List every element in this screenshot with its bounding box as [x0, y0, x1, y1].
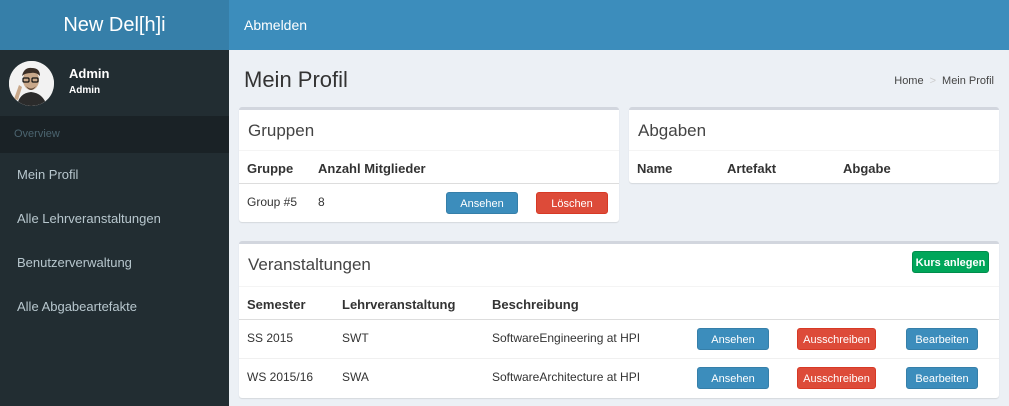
groups-box: Gruppen Gruppe Anzahl Mitglieder Group #… — [239, 107, 619, 222]
groups-title: Gruppen — [248, 121, 315, 140]
divider — [239, 286, 999, 287]
divider — [239, 183, 619, 184]
course-semester: SS 2015 — [247, 331, 294, 345]
course-edit-button[interactable]: Bearbeiten — [906, 328, 978, 350]
course-description: SoftwareEngineering at HPI — [492, 331, 641, 345]
course-unenroll-button[interactable]: Ausschreiben — [797, 328, 876, 350]
top-navbar: Abmelden — [229, 0, 1009, 50]
sidebar-item-alle-lehrveranstaltungen[interactable]: Alle Lehrveranstaltungen — [0, 197, 229, 241]
divider — [629, 150, 999, 151]
divider — [239, 150, 619, 151]
courses-title: Veranstaltungen — [248, 255, 371, 274]
page-title: Mein Profil — [244, 67, 348, 92]
sidebar-item-alle-abgabeartefakte[interactable]: Alle Abgabeartefakte — [0, 285, 229, 329]
groups-header-members: Anzahl Mitglieder — [318, 161, 426, 176]
logout-link[interactable]: Abmelden — [244, 0, 307, 50]
nav-section-header: Overview — [0, 116, 229, 153]
app-logo[interactable]: New Del[h]i — [0, 0, 229, 50]
breadcrumb-current: Mein Profil — [942, 75, 994, 87]
group-delete-button[interactable]: Löschen — [536, 192, 608, 214]
sidebar-item-benutzerverwaltung[interactable]: Benutzerverwaltung — [0, 241, 229, 285]
course-name: SWT — [342, 331, 369, 345]
sidebar: Admin Admin Overview Mein Profil Alle Le… — [0, 50, 229, 406]
user-panel: Admin Admin — [0, 50, 229, 116]
group-view-button[interactable]: Ansehen — [446, 192, 518, 214]
sidebar-item-mein-profil[interactable]: Mein Profil — [0, 153, 229, 197]
submissions-header-artifact: Artefakt — [727, 161, 777, 176]
submissions-box: Abgaben Name Artefakt Abgabe — [629, 107, 999, 183]
courses-header-semester: Semester — [247, 297, 306, 312]
create-course-button[interactable]: Kurs anlegen — [912, 251, 989, 273]
courses-box: Veranstaltungen Kurs anlegen Semester Le… — [239, 241, 999, 398]
submissions-header-submission: Abgabe — [843, 161, 891, 176]
course-semester: WS 2015/16 — [247, 370, 314, 384]
group-member-count: 8 — [318, 195, 325, 209]
courses-header-course: Lehrveranstaltung — [342, 297, 456, 312]
user-role: Admin — [69, 85, 101, 96]
breadcrumb-separator: > — [929, 75, 937, 87]
groups-header-group: Gruppe — [247, 161, 294, 176]
divider — [239, 319, 999, 320]
courses-header-description: Beschreibung — [492, 297, 579, 312]
course-unenroll-button[interactable]: Ausschreiben — [797, 367, 876, 389]
main-content: Mein Profil Home > Mein Profil Gruppen Gru… — [229, 50, 1009, 406]
course-edit-button[interactable]: Bearbeiten — [906, 367, 978, 389]
user-name: Admin — [69, 66, 110, 81]
course-name: SWA — [342, 370, 369, 384]
submissions-header-name: Name — [637, 161, 673, 176]
submissions-title: Abgaben — [638, 121, 707, 140]
course-view-button[interactable]: Ansehen — [697, 328, 769, 350]
breadcrumb-home[interactable]: Home — [894, 75, 923, 87]
course-view-button[interactable]: Ansehen — [697, 367, 769, 389]
user-avatar — [9, 61, 54, 106]
course-description: SoftwareArchitecture at HPI — [492, 370, 641, 384]
group-name: Group #5 — [247, 195, 298, 209]
divider — [239, 358, 999, 359]
breadcrumb: Home > Mein Profil — [894, 75, 994, 87]
